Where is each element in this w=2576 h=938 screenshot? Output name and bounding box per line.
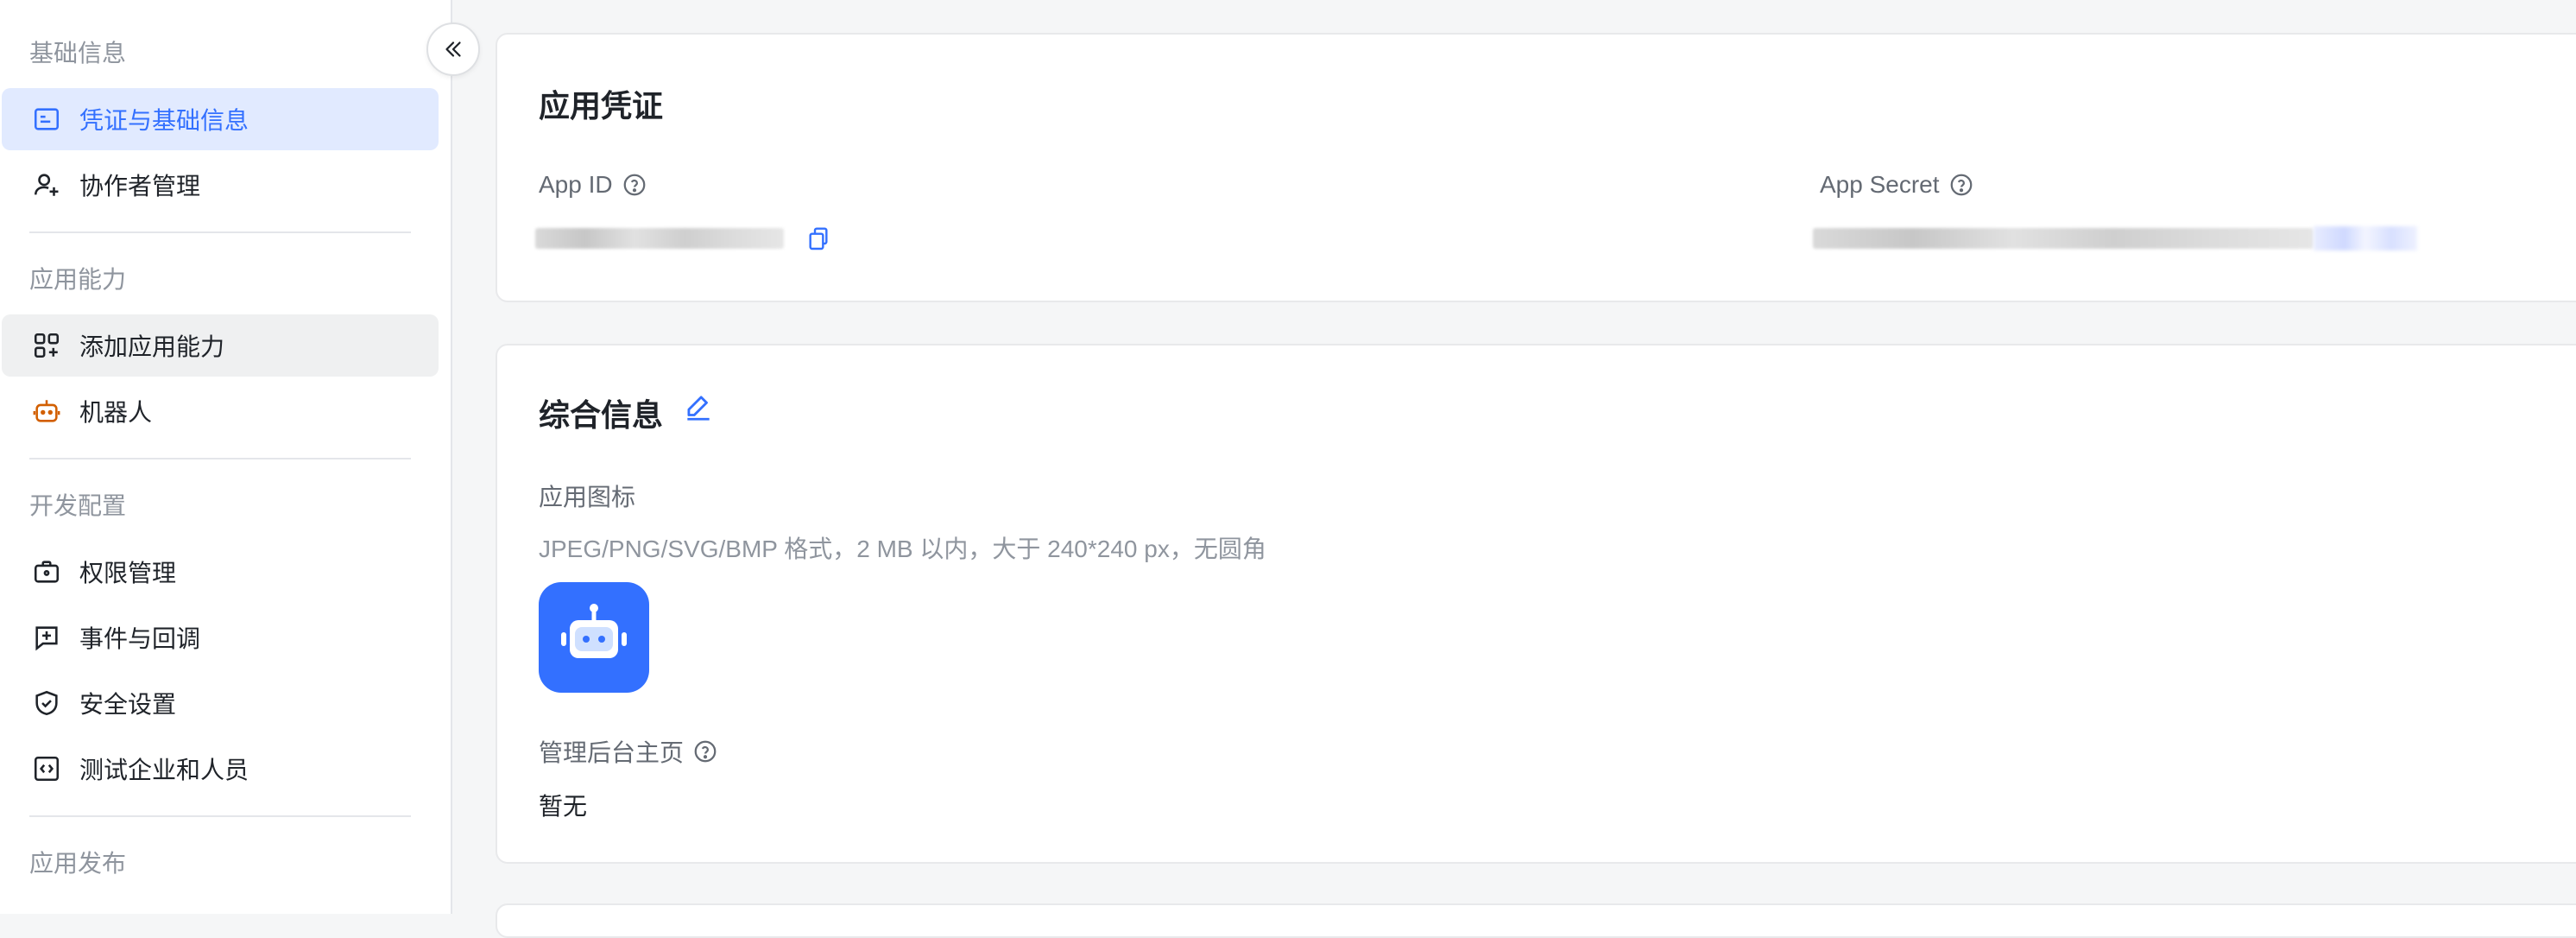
sidebar-item-credentials[interactable]: 凭证与基础信息	[2, 88, 439, 150]
shield-icon	[31, 688, 62, 719]
sidebar-group-release: 应用发布	[29, 850, 127, 877]
sidebar-item-security[interactable]: 安全设置	[2, 672, 439, 734]
sidebar-item-label: 凭证与基础信息	[79, 107, 249, 134]
sidebar-group-basic: 基础信息	[29, 40, 127, 67]
collapse-sidebar-button[interactable]	[426, 22, 480, 76]
help-icon[interactable]	[692, 738, 718, 764]
add-user-icon	[31, 169, 62, 200]
chevrons-left-icon	[440, 36, 466, 62]
next-card	[496, 903, 2576, 938]
copy-icon[interactable]	[805, 225, 832, 252]
sidebar-item-bot[interactable]: 机器人	[2, 380, 439, 442]
briefcase-icon	[31, 556, 62, 587]
app-icon[interactable]	[539, 582, 649, 693]
sidebar: 基础信息 凭证与基础信息 协作者管理 应用能力 添加应用能力 机器人 开发配置 …	[0, 0, 452, 914]
sidebar-item-add-ability[interactable]: 添加应用能力	[2, 314, 439, 377]
app-icon-label: 应用图标	[539, 484, 636, 510]
sidebar-divider	[29, 458, 411, 459]
app-id-label-text: App ID	[539, 171, 613, 198]
help-icon[interactable]	[622, 172, 647, 198]
app-id-label: App ID	[539, 171, 647, 199]
sidebar-item-label: 安全设置	[79, 691, 177, 718]
robot-icon	[561, 604, 627, 658]
grid-add-icon	[31, 330, 62, 361]
sidebar-item-permissions[interactable]: 权限管理	[2, 541, 439, 603]
sidebar-item-events[interactable]: 事件与回调	[2, 606, 439, 669]
sidebar-item-label: 权限管理	[79, 560, 177, 586]
sidebar-divider	[29, 815, 411, 817]
sidebar-group-dev: 开发配置	[29, 492, 127, 519]
card-title: 综合信息	[539, 397, 664, 433]
edit-icon[interactable]	[682, 390, 715, 423]
admin-home-label-text: 管理后台主页	[539, 739, 685, 766]
event-add-icon	[31, 622, 62, 653]
sidebar-item-label: 添加应用能力	[79, 333, 225, 360]
app-secret-label: App Secret	[1820, 171, 1974, 199]
sidebar-group-abilities: 应用能力	[29, 266, 127, 293]
id-card-icon	[31, 104, 62, 135]
code-window-icon	[31, 753, 62, 784]
admin-home-value: 暂无	[539, 793, 588, 820]
card-title: 应用凭证	[539, 88, 664, 124]
app-secret-value	[1813, 228, 2314, 249]
sidebar-item-test-org[interactable]: 测试企业和人员	[2, 738, 439, 800]
app-secret-blur-tail	[2314, 226, 2417, 250]
app-icon-hint: JPEG/PNG/SVG/BMP 格式，2 MB 以内，大于 240*240 p…	[539, 536, 1266, 562]
app-id-value	[535, 228, 784, 249]
robot-icon	[31, 396, 62, 427]
sidebar-item-collaborators[interactable]: 协作者管理	[2, 154, 439, 216]
sidebar-divider	[29, 231, 411, 233]
app-secret-label-text: App Secret	[1820, 171, 1940, 198]
sidebar-item-label: 协作者管理	[79, 173, 201, 200]
info-card: 综合信息 应用图标 JPEG/PNG/SVG/BMP 格式，2 MB 以内，大于…	[496, 344, 2576, 864]
sidebar-item-label: 测试企业和人员	[79, 757, 249, 783]
help-icon[interactable]	[1948, 172, 1974, 198]
sidebar-item-label: 事件与回调	[79, 625, 201, 652]
admin-home-label: 管理后台主页	[539, 734, 718, 769]
sidebar-item-label: 机器人	[79, 399, 153, 426]
credentials-card: 应用凭证 App ID App Secret	[496, 33, 2576, 302]
